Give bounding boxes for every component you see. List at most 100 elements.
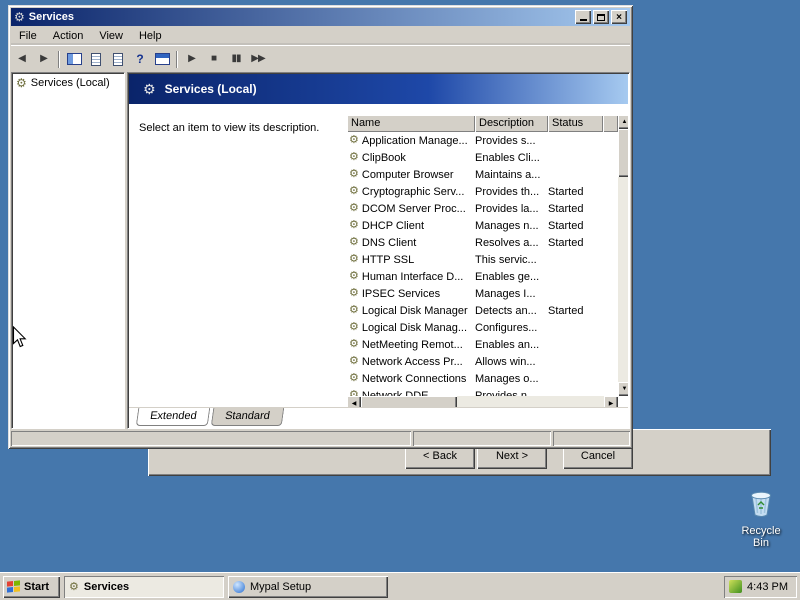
stop-service-button[interactable]: ■ xyxy=(203,49,225,70)
service-name: IPSEC Services xyxy=(361,287,441,300)
taskbar-task-mypal-setup[interactable]: Mypal Setup xyxy=(228,575,388,598)
service-row[interactable]: ⚙ HTTP SSL This servic... xyxy=(347,251,618,268)
help-icon: ? xyxy=(136,52,144,66)
status-pane xyxy=(413,431,551,446)
menu-bar: File Action View Help xyxy=(11,27,630,45)
start-service-icon: ▶ xyxy=(188,53,196,64)
show-console-tree-button[interactable] xyxy=(63,49,85,70)
minimize-button[interactable] xyxy=(575,10,591,24)
start-button-label: Start xyxy=(24,580,50,593)
column-header-name[interactable]: Name xyxy=(347,115,475,132)
column-header-description[interactable]: Description xyxy=(475,115,548,132)
service-gear-icon: ⚙ xyxy=(349,236,359,248)
taskbar-task-services[interactable]: ⚙ Services xyxy=(64,575,224,598)
windows-flag-icon xyxy=(7,580,20,593)
service-name: Human Interface D... xyxy=(361,270,464,283)
menu-action[interactable]: Action xyxy=(45,28,92,44)
restart-service-button[interactable]: ▶▶ xyxy=(247,49,269,70)
service-row[interactable]: ⚙ DHCP Client Manages n... Started xyxy=(347,217,618,234)
menu-view[interactable]: View xyxy=(91,28,131,44)
help-button[interactable]: ? xyxy=(129,49,151,70)
service-description: Provides th... xyxy=(475,185,540,198)
back-arrow-icon: ◀ xyxy=(18,53,26,64)
service-name: ClipBook xyxy=(361,151,406,164)
toolbar-separator xyxy=(58,50,60,68)
wizard-next-button[interactable]: Next > xyxy=(477,446,547,469)
status-bar xyxy=(11,431,630,446)
service-name: DHCP Client xyxy=(361,219,425,232)
service-row[interactable]: ⚙ Logical Disk Manag... Configures... xyxy=(347,319,618,336)
service-row[interactable]: ⚙ DCOM Server Proc... Provides la... Sta… xyxy=(347,200,618,217)
forward-button[interactable]: ▶ xyxy=(33,49,55,70)
vertical-scroll-thumb[interactable] xyxy=(618,129,628,177)
export-list-icon xyxy=(113,52,123,66)
service-row[interactable]: ⚙ ClipBook Enables Cli... xyxy=(347,149,618,166)
service-description: Provides s... xyxy=(475,134,536,147)
service-gear-icon: ⚙ xyxy=(349,321,359,333)
service-name: Logical Disk Manag... xyxy=(361,321,468,334)
service-row[interactable]: ⚙ Logical Disk Manager Detects an... Sta… xyxy=(347,302,618,319)
recycle-bin[interactable]: Recycle Bin xyxy=(732,486,790,549)
maximize-button[interactable] xyxy=(593,10,609,24)
service-row[interactable]: ⚙ Application Manage... Provides s... xyxy=(347,132,618,149)
menu-file[interactable]: File xyxy=(11,28,45,44)
scroll-up-arrow[interactable]: ▲ xyxy=(618,115,628,129)
service-row[interactable]: ⚙ IPSEC Services Manages I... xyxy=(347,285,618,302)
properties-button[interactable] xyxy=(85,49,107,70)
service-row[interactable]: ⚙ Computer Browser Maintains a... xyxy=(347,166,618,183)
service-gear-icon: ⚙ xyxy=(349,151,359,163)
services-node-icon: ⚙ xyxy=(16,76,27,89)
taskbar: Start ⚙ Services Mypal Setup 4:43 PM xyxy=(0,572,800,600)
menu-help[interactable]: Help xyxy=(131,28,170,44)
tree-item-services-local[interactable]: ⚙ Services (Local) xyxy=(12,73,124,89)
service-status: Started xyxy=(548,219,584,232)
status-pane xyxy=(11,431,411,446)
mouse-cursor xyxy=(12,326,27,348)
service-row[interactable]: ⚙ NetMeeting Remot... Enables an... xyxy=(347,336,618,353)
close-button[interactable]: × xyxy=(611,10,627,24)
service-row[interactable]: ⚙ Network DDE Provides n... xyxy=(347,387,618,397)
column-header-status[interactable]: Status xyxy=(548,115,603,132)
start-button[interactable]: Start xyxy=(3,575,60,598)
task-label: Mypal Setup xyxy=(250,580,312,593)
service-row[interactable]: ⚙ Network Connections Manages o... xyxy=(347,370,618,387)
tab-standard[interactable]: Standard xyxy=(211,408,285,426)
status-pane xyxy=(553,431,630,446)
services-task-icon: ⚙ xyxy=(69,581,79,593)
banner-title: Services (Local) xyxy=(164,82,257,96)
scroll-down-arrow[interactable]: ▼ xyxy=(618,382,628,396)
back-button[interactable]: ◀ xyxy=(11,49,33,70)
stop-service-icon: ■ xyxy=(210,53,218,64)
service-row[interactable]: ⚙ Network Access Pr... Allows win... xyxy=(347,353,618,370)
tray-clock[interactable]: 4:43 PM xyxy=(747,581,788,593)
tab-extended[interactable]: Extended xyxy=(135,408,211,426)
service-row[interactable]: ⚙ DNS Client Resolves a... Started xyxy=(347,234,618,251)
service-row[interactable]: ⚙ Cryptographic Serv... Provides th... S… xyxy=(347,183,618,200)
service-name: Logical Disk Manager xyxy=(361,304,468,317)
service-name: DNS Client xyxy=(361,236,417,249)
service-name: Network Access Pr... xyxy=(361,355,463,368)
service-status: Started xyxy=(548,185,584,198)
service-description: Manages o... xyxy=(475,372,539,385)
wizard-cancel-button[interactable]: Cancel xyxy=(563,446,633,469)
desktop: < Back Next > Cancel Recycle Bin ⚙ Servi… xyxy=(0,0,800,600)
tray-status-icon[interactable] xyxy=(729,580,743,593)
service-row[interactable]: ⚙ Human Interface D... Enables ge... xyxy=(347,268,618,285)
forward-arrow-icon: ▶ xyxy=(40,53,48,64)
service-gear-icon: ⚙ xyxy=(349,253,359,265)
wizard-back-button[interactable]: < Back xyxy=(405,446,475,469)
vertical-scrollbar[interactable]: ▲ ▼ xyxy=(618,115,628,396)
service-name: Computer Browser xyxy=(361,168,454,181)
pause-service-button[interactable]: ▮▮ xyxy=(225,49,247,70)
service-description: Configures... xyxy=(475,321,538,334)
service-name: Network Connections xyxy=(361,372,467,385)
details-pane: ⚙ Services (Local) Select an item to vie… xyxy=(127,72,630,429)
service-description: Resolves a... xyxy=(475,236,539,249)
start-service-button[interactable]: ▶ xyxy=(181,49,203,70)
export-list-button[interactable] xyxy=(107,49,129,70)
pause-service-icon: ▮▮ xyxy=(231,53,241,64)
new-window-button[interactable] xyxy=(151,49,173,70)
restart-service-icon: ▶▶ xyxy=(251,53,265,64)
service-gear-icon: ⚙ xyxy=(349,185,359,197)
task-label: Services xyxy=(83,580,130,593)
